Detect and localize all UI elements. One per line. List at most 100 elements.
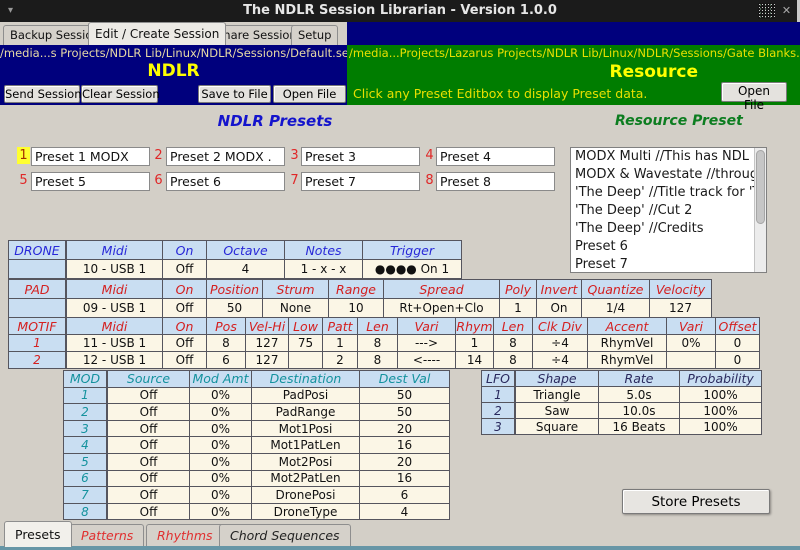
cell[interactable]: Mot1Posi <box>251 419 360 438</box>
cell[interactable]: Square <box>514 418 599 435</box>
cell[interactable]: RhymVel <box>587 351 667 369</box>
preset-editbox-8[interactable] <box>436 172 555 191</box>
cell[interactable]: 75 <box>288 334 323 352</box>
cell[interactable]: 10 <box>328 298 384 318</box>
cell[interactable]: RhymVel <box>587 334 667 352</box>
cell[interactable]: 12 - USB 1 <box>65 351 163 369</box>
tab-rhythms[interactable]: Rhythms <box>146 524 224 546</box>
cell[interactable]: 16 <box>359 469 450 488</box>
cell[interactable]: 14 <box>455 351 494 369</box>
cell[interactable]: Off <box>106 469 190 488</box>
cell[interactable]: 11 - USB 1 <box>65 334 163 352</box>
tab-patterns[interactable]: Patterns <box>70 524 145 546</box>
cell[interactable]: DronePosi <box>251 486 360 504</box>
cell[interactable]: Off <box>162 351 207 369</box>
cell[interactable]: ÷4 <box>532 351 588 369</box>
cell[interactable] <box>288 351 323 369</box>
cell[interactable]: 6 <box>359 486 450 504</box>
cell[interactable]: 1 - x - x <box>284 259 363 279</box>
cell[interactable]: Off <box>106 436 190 454</box>
cell[interactable]: 6 <box>206 351 246 369</box>
cell[interactable]: Off <box>106 419 190 438</box>
cell[interactable]: Mot2Posi <box>251 452 360 471</box>
cell[interactable]: 1/4 <box>581 298 650 318</box>
resource-preset-item[interactable]: 'The Deep' //Cut 2 <box>575 202 766 220</box>
resource-preset-item[interactable]: MODX & Wavestate //through <box>575 166 766 184</box>
open-file-button-ndlr[interactable]: Open File <box>273 85 346 103</box>
cell[interactable]: ●●●● On 1 <box>362 259 462 279</box>
cell[interactable]: 8 <box>357 334 398 352</box>
cell[interactable]: 127 <box>245 334 289 352</box>
cell[interactable]: 2 <box>322 351 358 369</box>
cell[interactable]: 50 <box>359 386 450 405</box>
cell[interactable]: 100% <box>679 418 762 435</box>
cell[interactable]: <---- <box>397 351 456 369</box>
cell[interactable]: 0 <box>715 334 760 352</box>
cell[interactable]: 0% <box>189 469 252 488</box>
cell[interactable]: 20 <box>359 419 450 438</box>
scrollbar[interactable] <box>754 148 766 272</box>
cell[interactable]: PadPosi <box>251 386 360 405</box>
cell[interactable]: On <box>536 298 582 318</box>
cell[interactable]: 50 <box>359 403 450 421</box>
tab-edit-create-session[interactable]: Edit / Create Session <box>88 22 227 45</box>
cell[interactable]: Off <box>106 502 190 521</box>
preset-editbox-4[interactable] <box>436 147 555 166</box>
preset-editbox-5[interactable] <box>31 172 150 191</box>
cell[interactable]: Mot1PatLen <box>251 436 360 454</box>
send-session-button[interactable]: Send Session <box>4 85 82 103</box>
cell[interactable]: 100% <box>679 402 762 419</box>
cell[interactable]: 8 <box>357 351 398 369</box>
tab-presets[interactable]: Presets <box>4 521 72 547</box>
cell[interactable]: 4 <box>359 502 450 521</box>
cell[interactable]: 0% <box>189 502 252 521</box>
cell[interactable]: 1 <box>499 298 537 318</box>
resource-preset-item[interactable]: 'The Deep' //Credits <box>575 220 766 238</box>
cell[interactable] <box>666 351 716 369</box>
cell[interactable]: 10.0s <box>598 402 680 419</box>
cell[interactable]: 0% <box>189 386 252 405</box>
cell[interactable]: Saw <box>514 402 599 419</box>
cell[interactable]: 5.0s <box>598 386 680 403</box>
cell[interactable]: 0% <box>666 334 716 352</box>
cell[interactable]: Off <box>162 259 207 279</box>
store-presets-button[interactable]: Store Presets <box>622 489 770 514</box>
cell[interactable]: 8 <box>493 334 533 352</box>
cell[interactable]: 127 <box>245 351 289 369</box>
open-file-button-resource[interactable]: Open File <box>721 82 787 112</box>
preset-editbox-7[interactable] <box>301 172 420 191</box>
preset-editbox-1[interactable] <box>31 147 150 166</box>
cell[interactable]: 16 Beats <box>598 418 680 435</box>
cell[interactable]: 0% <box>189 419 252 438</box>
cell[interactable]: None <box>262 298 329 318</box>
preset-editbox-3[interactable] <box>301 147 420 166</box>
preset-editbox-2[interactable] <box>166 147 285 166</box>
cell[interactable]: Off <box>106 386 190 405</box>
tab-chord-sequences[interactable]: Chord Sequences <box>219 524 351 546</box>
resource-preset-item[interactable]: 'The Deep' //Title track for 'Th <box>575 184 766 202</box>
preset-editbox-6[interactable] <box>166 172 285 191</box>
cell[interactable]: Off <box>106 452 190 471</box>
resource-preset-item[interactable]: Preset 6 <box>575 238 766 256</box>
cell[interactable]: 10 - USB 1 <box>65 259 163 279</box>
cell[interactable]: 8 <box>493 351 533 369</box>
cell[interactable]: 0% <box>189 486 252 504</box>
cell[interactable]: Triangle <box>514 386 599 403</box>
tab-setup[interactable]: Setup <box>291 25 339 45</box>
cell[interactable]: 8 <box>206 334 246 352</box>
close-icon[interactable]: ✕ <box>779 3 794 18</box>
cell[interactable]: 16 <box>359 436 450 454</box>
save-to-file-button[interactable]: Save to File <box>198 85 271 103</box>
cell[interactable]: PadRange <box>251 403 360 421</box>
cell[interactable]: 0% <box>189 403 252 421</box>
cell[interactable]: Off <box>106 486 190 504</box>
cell[interactable]: DroneType <box>251 502 360 521</box>
cell[interactable]: 0 <box>715 351 760 369</box>
cell[interactable]: 127 <box>649 298 712 318</box>
cell[interactable]: ÷4 <box>532 334 588 352</box>
resource-preset-item[interactable]: Preset 7 <box>575 256 766 272</box>
cell[interactable]: 0% <box>189 452 252 471</box>
cell[interactable]: 50 <box>206 298 263 318</box>
cell[interactable]: 09 - USB 1 <box>65 298 163 318</box>
cell[interactable]: 1 <box>322 334 358 352</box>
